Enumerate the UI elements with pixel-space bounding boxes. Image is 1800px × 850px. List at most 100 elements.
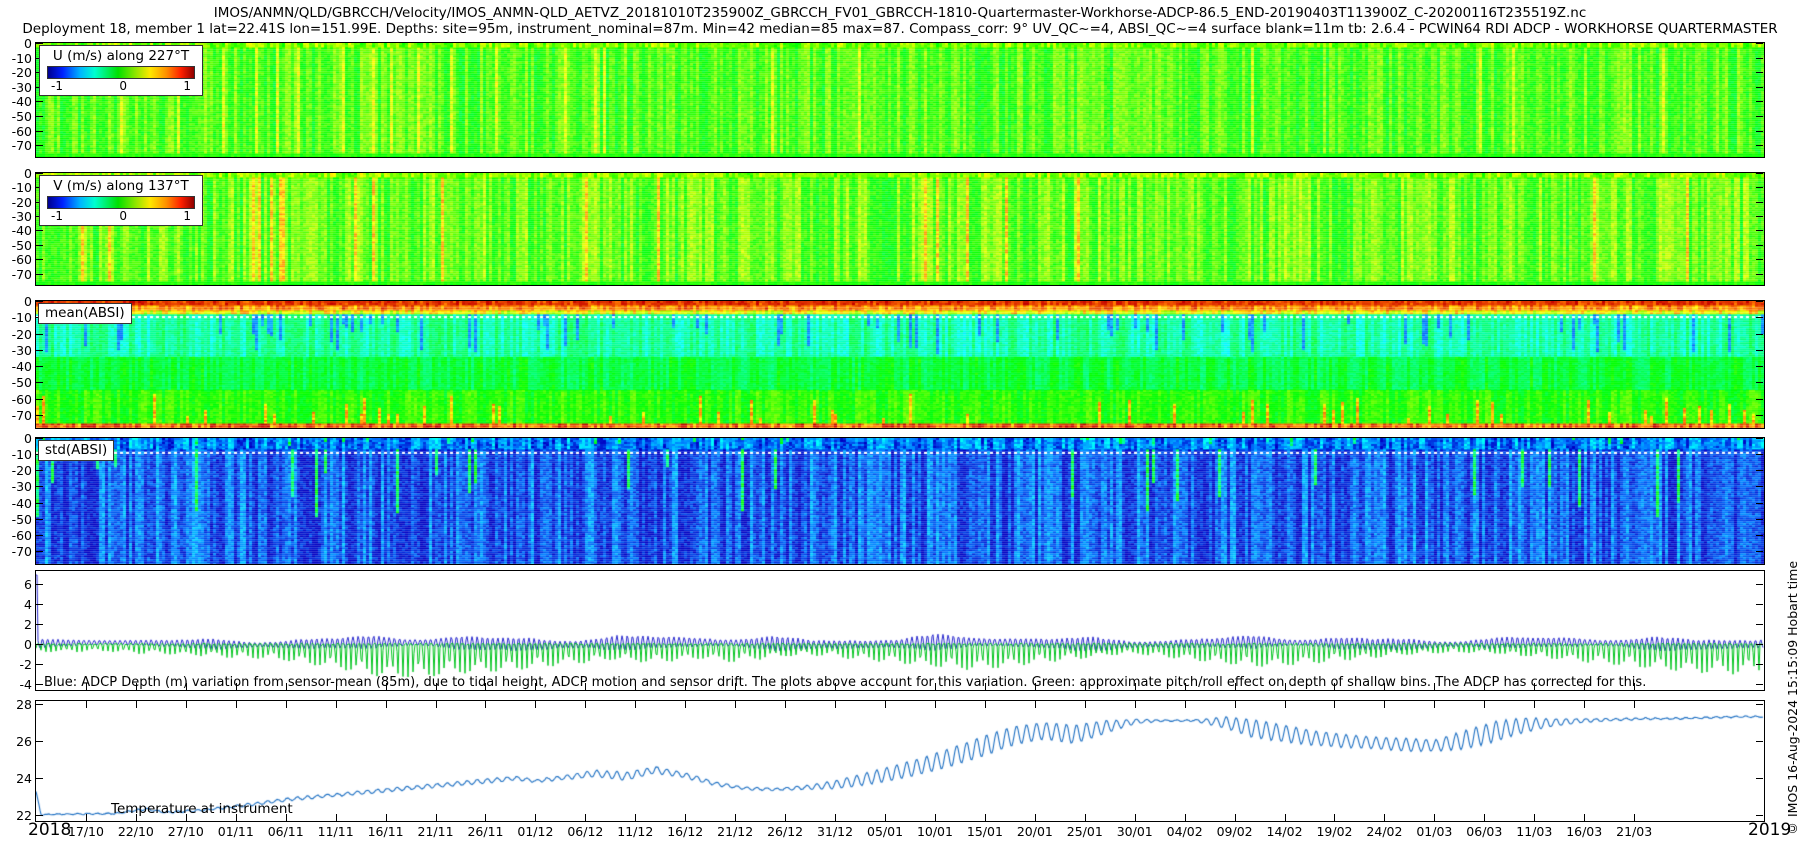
- y-tick-label: -40: [11, 223, 32, 239]
- x-tick-mark: [885, 701, 887, 708]
- v-legend-title: V (m/s) along 137°T: [53, 178, 189, 194]
- cbar-tick-label: 0: [119, 209, 127, 223]
- y-tick-mark: [1756, 534, 1763, 536]
- x-tick-label: 26/11: [467, 824, 504, 839]
- x-tick-label: 19/02: [1316, 824, 1353, 839]
- x-tick-label: 11/11: [317, 824, 354, 839]
- u-legend-title: U (m/s) along 227°T: [52, 48, 190, 64]
- x-tick-mark: [1434, 701, 1436, 708]
- x-tick-label: 21/03: [1616, 824, 1653, 839]
- y-tick-label: -30: [11, 209, 32, 225]
- y-tick-mark: [36, 703, 43, 705]
- y-tick-mark: [36, 604, 43, 605]
- y-tick-mark: [1756, 201, 1763, 203]
- y-tick-mark: [1756, 301, 1763, 302]
- y-tick-mark: [36, 244, 43, 246]
- y-tick-mark: [36, 741, 43, 742]
- y-tick-mark: [1756, 518, 1763, 520]
- x-tick-mark: [835, 701, 837, 708]
- y-tick-mark: [36, 518, 43, 520]
- y-tick-mark: [36, 502, 43, 504]
- v-velocity-heatmap: [36, 173, 1764, 285]
- x-tick-mark: [385, 814, 387, 821]
- y-tick-mark: [36, 486, 43, 488]
- y-tick-mark: [36, 815, 43, 817]
- y-tick-mark: [1756, 366, 1763, 368]
- x-tick-mark: [1284, 701, 1286, 708]
- x-tick-label: 22/10: [117, 824, 154, 839]
- y-tick-mark: [1756, 72, 1763, 74]
- y-tick-label: -50: [11, 237, 32, 253]
- x-tick-mark: [185, 701, 187, 708]
- std-absi-label: std(ABSI): [38, 440, 115, 461]
- x-tick-label: 06/12: [567, 824, 604, 839]
- y-tick-label: -50: [11, 511, 32, 527]
- x-tick-label: 05/01: [867, 824, 904, 839]
- y-tick-label: -2: [19, 657, 32, 672]
- y-tick-mark: [1756, 349, 1763, 351]
- x-tick-label: 10/01: [916, 824, 953, 839]
- y-tick-label: -4: [19, 677, 32, 692]
- y-tick-label: 26: [16, 734, 32, 749]
- y-tick-mark: [1756, 454, 1763, 456]
- x-tick-mark: [1334, 814, 1336, 821]
- panel-v-velocity: V (m/s) along 137°T -1 0 1: [35, 172, 1765, 286]
- x-tick-mark: [1584, 814, 1586, 821]
- x-tick-mark: [535, 814, 537, 821]
- y-tick-mark: [36, 273, 43, 275]
- x-tick-label: 16/11: [367, 824, 404, 839]
- y-tick-mark: [1756, 57, 1763, 59]
- x-tick-label: 20/01: [1016, 824, 1053, 839]
- x-tick-mark: [1184, 701, 1186, 708]
- x-tick-label: 17/10: [67, 824, 104, 839]
- x-tick-label: 06/11: [267, 824, 304, 839]
- y-tick-mark: [1756, 414, 1763, 416]
- panel-temperature: Temperature at instrument: [35, 700, 1765, 822]
- x-tick-mark: [385, 701, 387, 708]
- y-tick-label: -30: [11, 479, 32, 495]
- x-tick-mark: [885, 814, 887, 821]
- y-tick-label: -10: [11, 447, 32, 463]
- y-tick-mark: [1756, 486, 1763, 488]
- x-tick-label: 11/03: [1516, 824, 1553, 839]
- x-tick-label: 26/12: [767, 824, 804, 839]
- u-velocity-heatmap: [36, 43, 1764, 157]
- y-tick-mark: [36, 470, 43, 472]
- y-tick-mark: [1756, 86, 1763, 88]
- x-tick-mark: [1534, 701, 1536, 708]
- y-tick-label: 0: [24, 294, 32, 309]
- y-tick-mark: [36, 349, 43, 351]
- y-tick-label: 28: [16, 696, 32, 712]
- y-tick-mark: [1756, 470, 1763, 472]
- v-colorbar-legend: V (m/s) along 137°T -1 0 1: [39, 175, 203, 226]
- y-tick-mark: [1756, 273, 1763, 275]
- y-tick-mark: [36, 173, 43, 174]
- x-tick-mark: [635, 701, 637, 708]
- temperature-plot: [36, 701, 1764, 821]
- x-tick-mark: [485, 701, 487, 708]
- imos-watermark: © IMOS 16-Aug-2024 15:15:09 Hobart time: [1785, 560, 1800, 836]
- y-tick-mark: [1756, 684, 1763, 685]
- y-tick-mark: [36, 116, 43, 118]
- y-tick-mark: [36, 366, 43, 368]
- x-tick-label: 01/11: [217, 824, 254, 839]
- y-tick-label: -70: [11, 407, 32, 423]
- y-tick-label: -20: [11, 65, 32, 81]
- y-tick-label: -30: [11, 79, 32, 95]
- y-tick-mark: [36, 778, 43, 780]
- y-tick-mark: [1756, 145, 1763, 147]
- x-tick-label: 01/12: [517, 824, 554, 839]
- x-tick-mark: [85, 701, 87, 708]
- y-tick-label: -50: [11, 375, 32, 391]
- y-tick-mark: [1756, 173, 1763, 174]
- y-tick-label: 22: [16, 808, 32, 824]
- y-tick-mark: [36, 551, 43, 553]
- y-tick-label: -60: [11, 391, 32, 407]
- figure-title: IMOS/ANMN/QLD/GBRCCH/Velocity/IMOS_ANMN-…: [213, 5, 1587, 21]
- x-tick-label: 04/02: [1166, 824, 1203, 839]
- x-tick-mark: [735, 701, 737, 708]
- y-tick-label: 0: [24, 166, 32, 181]
- x-tick-mark: [85, 814, 87, 821]
- figure-subtitle: Deployment 18, member 1 lat=22.41S lon=1…: [22, 21, 1778, 37]
- x-tick-label: 16/12: [667, 824, 704, 839]
